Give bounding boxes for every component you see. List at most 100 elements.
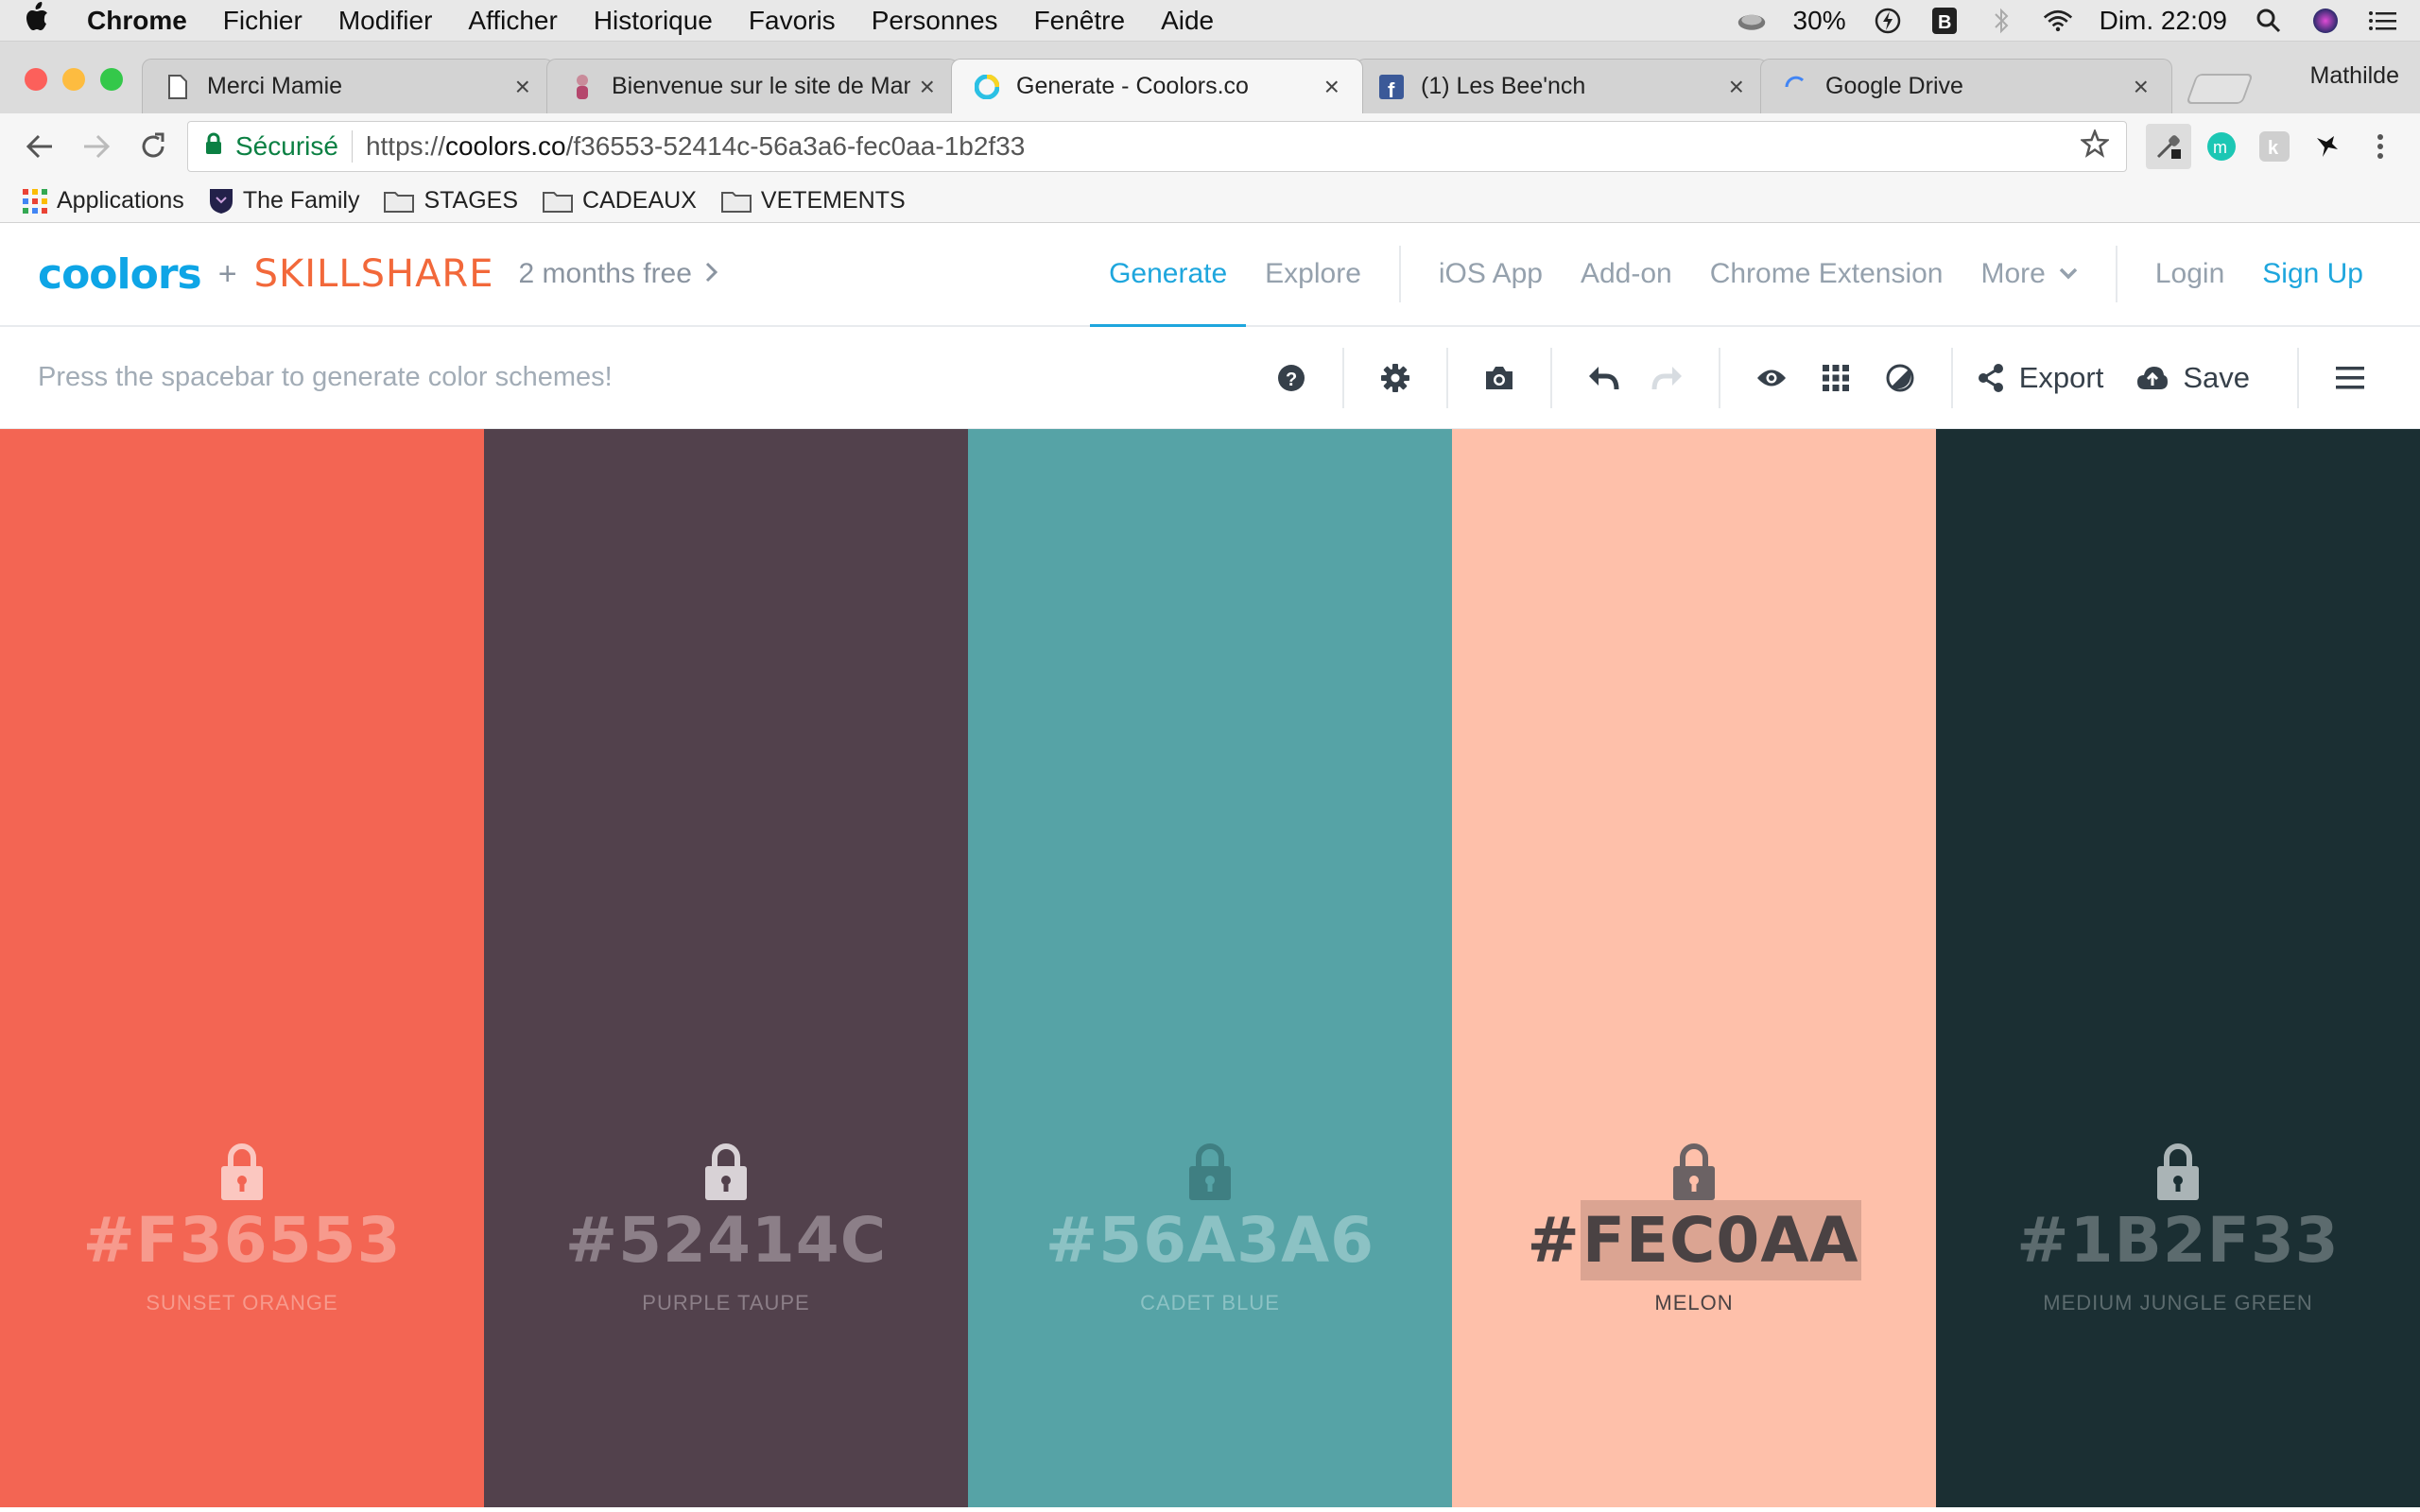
- lock-icon[interactable]: [1671, 1141, 1717, 1201]
- lock-icon[interactable]: [2155, 1141, 2201, 1201]
- bookmark-the-family[interactable]: The Family: [209, 187, 359, 215]
- hex-code[interactable]: #1B2F33: [1936, 1204, 2420, 1277]
- color-swatch[interactable]: #56A3A6 CADET BLUE: [968, 429, 1452, 1507]
- window-close-button[interactable]: [25, 68, 47, 91]
- nav-login[interactable]: Login: [2136, 223, 2243, 325]
- bookmark-applications[interactable]: Applications: [23, 187, 184, 215]
- save-button[interactable]: Save: [2183, 361, 2250, 395]
- menu-aide[interactable]: Aide: [1161, 6, 1214, 36]
- browser-tab-facebook[interactable]: f (1) Les Bee'nch ×: [1356, 59, 1768, 113]
- hex-code[interactable]: #52414C: [484, 1204, 968, 1277]
- bluetooth-icon[interactable]: [1986, 8, 2016, 34]
- nav-ios-app[interactable]: iOS App: [1420, 223, 1562, 325]
- bird-extension-icon[interactable]: [2305, 124, 2350, 169]
- promo-link[interactable]: 2 months free: [519, 258, 692, 290]
- folder-icon: [543, 190, 574, 213]
- menu-fichier[interactable]: Fichier: [223, 6, 302, 36]
- m-extension-icon[interactable]: m: [2199, 124, 2244, 169]
- nav-explore[interactable]: Explore: [1246, 223, 1380, 325]
- eyedropper-extension-icon[interactable]: [2146, 124, 2191, 169]
- undo-icon[interactable]: [1571, 346, 1635, 410]
- export-button[interactable]: Export: [2019, 361, 2104, 395]
- address-bar[interactable]: Sécurisé https://coolors.co/f36553-52414…: [187, 121, 2127, 172]
- hamburger-menu-icon[interactable]: [2318, 346, 2382, 410]
- nav-generate[interactable]: Generate: [1090, 225, 1247, 327]
- spotlight-search-icon[interactable]: [2254, 8, 2284, 34]
- logo-plus: +: [217, 255, 237, 292]
- nav-chrome-extension[interactable]: Chrome Extension: [1691, 223, 1962, 325]
- camera-icon[interactable]: [1467, 346, 1531, 410]
- menu-modifier[interactable]: Modifier: [338, 6, 433, 36]
- app-b-status-icon[interactable]: B: [1929, 7, 1960, 34]
- menu-app-chrome[interactable]: Chrome: [87, 6, 187, 36]
- eye-view-icon[interactable]: [1739, 346, 1804, 410]
- bookmark-folder-cadeaux[interactable]: CADEAUX: [543, 187, 697, 215]
- tab-close-icon[interactable]: ×: [920, 72, 935, 102]
- tab-close-icon[interactable]: ×: [2134, 72, 2149, 102]
- color-name[interactable]: MELON: [1452, 1291, 1936, 1315]
- browser-tab-merci-mamie[interactable]: Merci Mamie ×: [142, 59, 554, 113]
- browser-tab-google-drive[interactable]: Google Drive ×: [1760, 59, 2172, 113]
- hex-code-editable[interactable]: #FEC0AA: [1452, 1200, 1936, 1280]
- battery-charging-icon[interactable]: [1873, 8, 1903, 34]
- lock-icon[interactable]: [219, 1141, 265, 1201]
- color-name[interactable]: SUNSET ORANGE: [0, 1291, 484, 1315]
- share-icon[interactable]: [1972, 346, 2010, 410]
- cloud-status-icon[interactable]: [1737, 8, 1767, 34]
- menubar-clock[interactable]: Dim. 22:09: [2100, 6, 2227, 36]
- nav-more[interactable]: More: [1962, 223, 2097, 325]
- nav-signup[interactable]: Sign Up: [2243, 223, 2382, 325]
- browser-tab-bienvenue[interactable]: Bienvenue sur le site de Mam ×: [546, 59, 959, 113]
- notification-center-icon[interactable]: [2367, 8, 2397, 34]
- contrast-adjust-icon[interactable]: [1868, 346, 1932, 410]
- chrome-menu-icon[interactable]: [2358, 124, 2403, 169]
- browser-toolbar: Sécurisé https://coolors.co/f36553-52414…: [0, 113, 2420, 180]
- color-swatch[interactable]: #F36553 SUNSET ORANGE: [0, 429, 484, 1507]
- hex-selected-text[interactable]: FEC0AA: [1580, 1200, 1861, 1280]
- color-swatch[interactable]: #52414C PURPLE TAUPE: [484, 429, 968, 1507]
- window-minimize-button[interactable]: [62, 68, 85, 91]
- reload-icon[interactable]: [130, 124, 176, 169]
- menu-fenetre[interactable]: Fenêtre: [1034, 6, 1126, 36]
- secure-lock-icon[interactable]: [205, 131, 222, 162]
- wifi-icon[interactable]: [2043, 8, 2073, 34]
- back-arrow-icon[interactable]: [17, 124, 62, 169]
- menu-favoris[interactable]: Favoris: [749, 6, 836, 36]
- hex-code[interactable]: #F36553: [0, 1204, 484, 1277]
- help-icon[interactable]: ?: [1259, 346, 1323, 410]
- grid-view-icon[interactable]: [1804, 346, 1868, 410]
- apple-menu-icon[interactable]: [23, 1, 49, 40]
- nav-addon[interactable]: Add-on: [1562, 223, 1691, 325]
- color-swatch[interactable]: #FEC0AA MELON: [1452, 429, 1936, 1507]
- menu-afficher[interactable]: Afficher: [468, 6, 557, 36]
- new-tab-button[interactable]: [2186, 74, 2254, 104]
- menu-personnes[interactable]: Personnes: [872, 6, 998, 36]
- color-swatch[interactable]: #1B2F33 MEDIUM JUNGLE GREEN: [1936, 429, 2420, 1507]
- bookmark-folder-stages[interactable]: STAGES: [384, 187, 518, 215]
- chevron-right-icon[interactable]: [705, 259, 718, 289]
- cloud-upload-icon[interactable]: [2132, 346, 2173, 410]
- url-text[interactable]: https://coolors.co/f36553-52414c-56a3a6-…: [366, 131, 2081, 162]
- color-name[interactable]: PURPLE TAUPE: [484, 1291, 968, 1315]
- tab-close-icon[interactable]: ×: [515, 72, 530, 102]
- window-zoom-button[interactable]: [100, 68, 123, 91]
- bookmark-star-icon[interactable]: [2079, 128, 2111, 164]
- bookmark-folder-vetements[interactable]: VETEMENTS: [720, 187, 906, 215]
- settings-gear-icon[interactable]: [1363, 346, 1427, 410]
- hex-code[interactable]: #56A3A6: [968, 1204, 1452, 1277]
- redo-icon[interactable]: [1635, 346, 1700, 410]
- tab-close-icon[interactable]: ×: [1729, 72, 1744, 102]
- lock-icon[interactable]: [703, 1141, 749, 1201]
- menu-historique[interactable]: Historique: [594, 6, 713, 36]
- siri-icon[interactable]: [2310, 8, 2341, 34]
- lock-icon[interactable]: [1187, 1141, 1233, 1201]
- k-extension-icon[interactable]: k: [2252, 124, 2297, 169]
- skillshare-logo[interactable]: SKILLSHARE: [254, 252, 494, 296]
- forward-arrow-icon[interactable]: [74, 124, 119, 169]
- color-name[interactable]: MEDIUM JUNGLE GREEN: [1936, 1291, 2420, 1315]
- coolors-logo[interactable]: coolors: [38, 250, 202, 299]
- profile-name[interactable]: Mathilde: [2310, 62, 2400, 90]
- browser-tab-coolors[interactable]: Generate - Coolors.co ×: [951, 59, 1363, 113]
- tab-close-icon[interactable]: ×: [1324, 72, 1340, 102]
- color-name[interactable]: CADET BLUE: [968, 1291, 1452, 1315]
